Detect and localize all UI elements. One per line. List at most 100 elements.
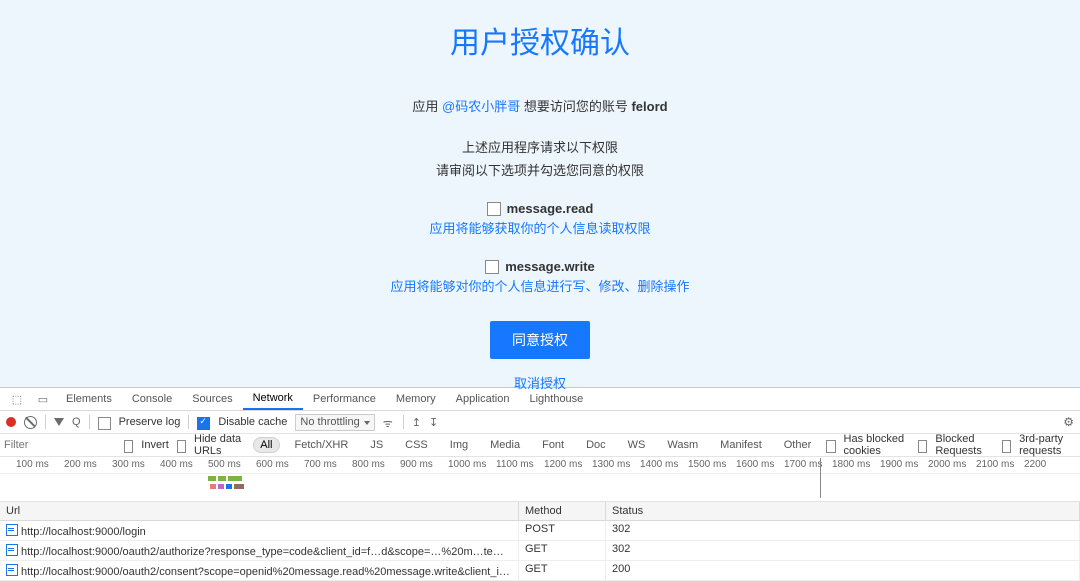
search-icon[interactable]: Q (72, 416, 81, 428)
settings-icon[interactable]: ⚙ (1063, 415, 1074, 429)
scope-block: message.read 应用将能够获取你的个人信息读取权限 (0, 201, 1080, 237)
throttling-select[interactable]: No throttling (295, 414, 374, 431)
info-line-2: 请审阅以下选项并勾选您同意的权限 (0, 160, 1080, 179)
filter-icon[interactable] (54, 418, 64, 426)
separator (89, 415, 90, 429)
type-media[interactable]: Media (483, 437, 527, 453)
timeline[interactable]: 100 ms200 ms300 ms400 ms500 ms600 ms700 … (0, 457, 1080, 502)
tab-network[interactable]: Network (243, 388, 303, 410)
table-row[interactable]: http://localhost:9000/oauth2/consent?sco… (0, 561, 1080, 581)
text: 想要访问您的账号 (524, 99, 632, 114)
scope-block: message.write 应用将能够对你的个人信息进行写、修改、删除操作 (0, 259, 1080, 295)
timeline-bar (210, 484, 216, 489)
app-link[interactable]: @码农小胖哥 (442, 99, 520, 114)
type-img[interactable]: Img (443, 437, 475, 453)
request-table: Url Method Status http://localhost:9000/… (0, 502, 1080, 581)
checkbox-message-write[interactable] (485, 260, 499, 274)
blocked-requests-label: Blocked Requests (935, 433, 994, 457)
checkbox-blocked-cookies[interactable] (826, 440, 835, 453)
text: 应用 (412, 99, 442, 114)
request-method: GET (519, 561, 606, 580)
tab-lighthouse[interactable]: Lighthouse (519, 388, 593, 410)
third-party-label: 3rd-party requests (1019, 433, 1078, 457)
submit-button[interactable]: 同意授权 (490, 321, 590, 359)
request-line: 应用 @码农小胖哥 想要访问您的账号 felord (0, 96, 1080, 115)
checkbox-hide-data-urls[interactable] (177, 440, 186, 453)
timeline-bar (228, 476, 242, 481)
table-header: Url Method Status (0, 502, 1080, 521)
timeline-cursor (820, 458, 821, 498)
info-line-1: 上述应用程序请求以下权限 (0, 137, 1080, 156)
type-other[interactable]: Other (777, 437, 819, 453)
checkbox-third-party[interactable] (1002, 440, 1011, 453)
request-url: http://localhost:9000/login (21, 526, 146, 538)
request-status: 302 (606, 521, 1080, 540)
blocked-cookies-label: Has blocked cookies (844, 433, 911, 457)
page-title: 用户授权确认 (0, 18, 1080, 62)
record-icon[interactable] (6, 417, 16, 427)
type-js[interactable]: JS (363, 437, 390, 453)
checkbox-disable-cache[interactable] (197, 417, 210, 430)
scope-desc: 应用将能够对你的个人信息进行写、修改、删除操作 (0, 276, 1080, 295)
tab-memory[interactable]: Memory (386, 388, 446, 410)
timeline-bar (234, 484, 244, 489)
timeline-bar (226, 484, 232, 489)
tab-application[interactable]: Application (446, 388, 520, 410)
disable-cache-label: Disable cache (218, 416, 287, 428)
request-method: POST (519, 521, 606, 540)
download-icon[interactable]: ↧ (429, 416, 438, 429)
upload-icon[interactable]: ↥ (412, 416, 421, 429)
type-css[interactable]: CSS (398, 437, 435, 453)
document-icon (6, 564, 18, 576)
scope-desc: 应用将能够获取你的个人信息读取权限 (0, 218, 1080, 237)
request-method: GET (519, 541, 606, 560)
col-status[interactable]: Status (606, 502, 1080, 520)
filter-input[interactable] (2, 437, 116, 453)
document-icon (6, 524, 18, 536)
type-fetch[interactable]: Fetch/XHR (288, 437, 356, 453)
request-status: 200 (606, 561, 1080, 580)
type-all[interactable]: All (253, 437, 279, 453)
type-font[interactable]: Font (535, 437, 571, 453)
table-row[interactable]: http://localhost:9000/login POST 302 (0, 521, 1080, 541)
tab-sources[interactable]: Sources (182, 388, 242, 410)
filter-bar: Invert Hide data URLs All Fetch/XHR JS C… (0, 434, 1080, 457)
request-status: 302 (606, 541, 1080, 560)
separator (45, 415, 46, 429)
timeline-bar (208, 476, 216, 481)
device-icon[interactable]: ▭ (30, 393, 56, 406)
separator (188, 415, 189, 429)
inspect-icon[interactable]: ⬚ (4, 393, 30, 406)
scope-name: message.read (507, 201, 594, 216)
checkbox-message-read[interactable] (487, 202, 501, 216)
checkbox-invert[interactable] (124, 440, 133, 453)
tab-console[interactable]: Console (122, 388, 182, 410)
scope-name: message.write (505, 259, 595, 274)
request-url: http://localhost:9000/oauth2/consent?sco… (21, 566, 519, 578)
timeline-bar (218, 484, 224, 489)
hide-data-label: Hide data URLs (194, 433, 245, 457)
checkbox-preserve-log[interactable] (98, 417, 111, 430)
consent-page: 用户授权确认 应用 @码农小胖哥 想要访问您的账号 felord 上述应用程序请… (0, 0, 1080, 387)
checkbox-blocked-requests[interactable] (918, 440, 927, 453)
tab-performance[interactable]: Performance (303, 388, 386, 410)
devtools-tabs: ⬚ ▭ Elements Console Sources Network Per… (0, 388, 1080, 411)
type-wasm[interactable]: Wasm (660, 437, 705, 453)
type-ws[interactable]: WS (621, 437, 653, 453)
col-method[interactable]: Method (519, 502, 606, 520)
type-doc[interactable]: Doc (579, 437, 613, 453)
col-url[interactable]: Url (0, 502, 519, 520)
timeline-bar (218, 476, 226, 481)
timeline-ticks: 100 ms200 ms300 ms400 ms500 ms600 ms700 … (0, 457, 1080, 470)
account-name: felord (631, 99, 667, 114)
type-manifest[interactable]: Manifest (713, 437, 769, 453)
preserve-log-label: Preserve log (119, 416, 181, 428)
request-url: http://localhost:9000/oauth2/authorize?r… (21, 546, 519, 558)
invert-label: Invert (141, 439, 169, 451)
table-row[interactable]: http://localhost:9000/oauth2/authorize?r… (0, 541, 1080, 561)
tab-elements[interactable]: Elements (56, 388, 122, 410)
clear-icon[interactable] (24, 416, 37, 429)
devtools-panel: ⬚ ▭ Elements Console Sources Network Per… (0, 387, 1080, 581)
wifi-icon[interactable]: ᯤ (383, 416, 395, 428)
network-toolbar: Q Preserve log Disable cache No throttli… (0, 411, 1080, 434)
